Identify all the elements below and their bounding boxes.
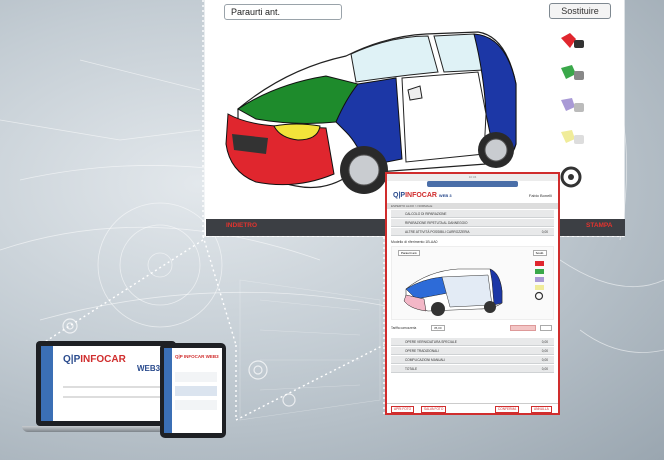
tablet-rate-form: Tariffa carrozzeria 35,00	[391, 322, 554, 336]
small-tablet-row	[175, 372, 217, 382]
laptop-logo: Q|PINFOCAR	[63, 354, 126, 365]
print-button[interactable]: STAMPA	[586, 222, 612, 229]
tablet-list-item[interactable]: OPERE VERNICIATURA SPECIALE 0,00	[391, 338, 554, 346]
tablet-replace-button[interactable]: Sostit.	[532, 250, 547, 256]
tablet-open-photo-button[interactable]: APRI FOTO	[391, 406, 415, 413]
small-tablet-screen: Q|P INFOCAR WEB3	[164, 348, 222, 433]
tablet-screenshot: 10:34 Q|PINFOCAR WEB 3 Fabio Bonelli ESP…	[385, 172, 560, 415]
tablet-footer: APRI FOTO SALVA FOTO CONFERMA ANNULLA	[387, 403, 558, 413]
tablet-list-item[interactable]: OPERE TRADIZIONALI 0,00	[391, 347, 554, 355]
tablet-list-item[interactable]: COMPLICAZIONI MANUALI 0,00	[391, 356, 554, 364]
tablet-list-item[interactable]: RIPARAZIONE RIPETUTA AL DANNEGGIO	[391, 219, 554, 227]
tablet-section-title: Modello di riferimento 1B-AA0	[391, 240, 438, 244]
tablet-status-bar: 10:34	[387, 174, 558, 181]
small-tablet-logo: Q|P INFOCAR WEB3	[175, 354, 219, 359]
back-button[interactable]: INDIETRO	[226, 222, 257, 229]
laptop-screen-content: Q|PINFOCAR WEB3	[41, 346, 171, 421]
small-tablet-row	[175, 386, 217, 396]
laptop-device: Q|PINFOCAR WEB3	[36, 341, 176, 426]
tablet-car-view[interactable]: Paraurti ant. Sostit.	[391, 246, 554, 320]
small-tablet-row	[175, 400, 217, 410]
tablet-list-item[interactable]: TOTALE 0,00	[391, 365, 554, 373]
tablet-list-item[interactable]: CALCOLO DI RIPARAZIONE	[391, 210, 554, 218]
tablet-rate-input[interactable]: 35,00	[431, 325, 445, 331]
tablet-cancel-button[interactable]: ANNULLA	[531, 406, 552, 413]
tablet-car-diagram[interactable]	[398, 257, 528, 319]
tablet-user-name[interactable]: Fabio Bonelli	[529, 193, 552, 198]
tablet-list-item[interactable]: ALTRE ATTIVITÀ POSSIBILI CARROZZERIA 0,00	[391, 228, 554, 236]
car-part-green-icon[interactable]	[558, 62, 586, 84]
small-tablet-sidebar	[164, 348, 172, 433]
tablet-header: Q|PINFOCAR WEB 3 Fabio Bonelli	[387, 187, 558, 203]
tablet-logo: Q|PINFOCAR WEB 3	[393, 191, 452, 199]
laptop-divider	[63, 396, 163, 398]
laptop-logo-suffix: WEB3	[137, 364, 161, 373]
laptop-divider	[63, 386, 163, 388]
car-part-red-icon[interactable]	[558, 30, 586, 52]
car-part-violet-icon[interactable]	[558, 94, 586, 116]
car-part-yellow-icon[interactable]	[558, 126, 586, 148]
tablet-small-button[interactable]	[540, 325, 552, 331]
tablet-part-icons[interactable]	[533, 261, 547, 301]
small-tablet-device: Q|P INFOCAR WEB3	[160, 343, 226, 438]
tablet-confirm-button[interactable]: CONFERMA	[495, 406, 520, 413]
laptop-sidebar	[41, 346, 53, 421]
replace-button[interactable]: Sostituire	[549, 3, 611, 19]
tablet-breadcrumb: ESPERTO ALDO > NORMALE	[387, 203, 558, 209]
tablet-part-field[interactable]: Paraurti ant.	[398, 250, 421, 256]
tablet-save-photo-button[interactable]: SALVA FOTO	[421, 406, 447, 413]
wheel-icon[interactable]	[558, 166, 586, 188]
tablet-pink-button[interactable]	[510, 325, 536, 331]
